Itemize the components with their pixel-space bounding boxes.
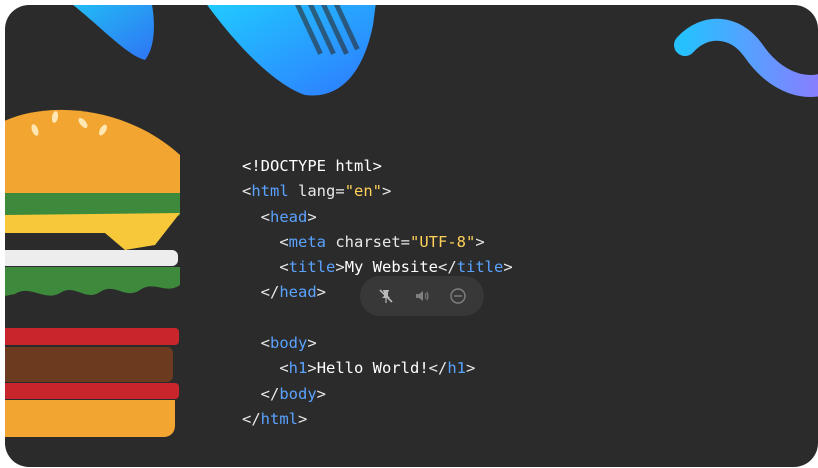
code-token: > xyxy=(307,207,317,226)
code-token: < xyxy=(242,359,289,378)
burger-illustration xyxy=(5,109,180,437)
code-token: <!DOCTYPE html> xyxy=(242,157,382,175)
blob-top-center xyxy=(207,5,376,96)
code-token: < xyxy=(242,232,289,251)
code-token: "en" xyxy=(344,182,383,201)
code-token: html xyxy=(260,409,298,428)
code-token: head xyxy=(270,207,308,226)
code-line: <meta charset="UTF-8"> xyxy=(242,230,513,255)
code-token: > xyxy=(307,359,317,378)
code-line: </body> xyxy=(242,382,513,407)
media-controls xyxy=(360,276,484,316)
code-token: > xyxy=(466,359,476,378)
pin-off-icon[interactable] xyxy=(374,284,398,308)
code-token: = xyxy=(335,182,345,201)
code-token: </ xyxy=(242,283,280,302)
blob-top-left xyxy=(73,5,154,60)
code-line: <html lang="en"> xyxy=(242,179,513,204)
code-token: "UTF-8" xyxy=(410,232,476,251)
code-line: <h1>Hello World!</h1> xyxy=(242,356,513,381)
code-token: > xyxy=(316,384,326,403)
code-token: > xyxy=(316,283,326,302)
code-line: <head> xyxy=(242,205,513,230)
code-token: h1 xyxy=(447,359,467,378)
volume-icon[interactable] xyxy=(410,284,434,308)
code-line: <!DOCTYPE html> xyxy=(242,154,513,179)
code-token: title xyxy=(288,258,336,277)
code-token: </ xyxy=(438,258,457,277)
code-token: lang xyxy=(288,182,336,201)
code-token: h1 xyxy=(288,359,308,378)
code-token: My Website xyxy=(344,258,439,277)
code-token: > xyxy=(307,334,317,353)
code-token: body xyxy=(270,334,308,353)
code-token: </ xyxy=(428,359,448,378)
code-token: </ xyxy=(242,409,261,428)
code-token: > xyxy=(382,182,392,201)
code-token: < xyxy=(242,334,270,353)
code-token: > xyxy=(475,232,485,251)
code-token: < xyxy=(242,207,270,226)
code-token: html xyxy=(251,182,289,201)
code-token: title xyxy=(456,258,504,277)
code-token: head xyxy=(279,283,317,302)
minus-circle-icon[interactable] xyxy=(446,284,470,308)
code-token: Hello World! xyxy=(316,359,429,378)
code-token: = xyxy=(400,232,410,251)
code-token: body xyxy=(279,384,317,403)
code-token: < xyxy=(242,182,252,201)
code-line: <body> xyxy=(242,331,513,356)
code-token: </ xyxy=(242,384,280,403)
code-token: > xyxy=(335,258,345,277)
code-token: > xyxy=(503,258,513,277)
code-token: > xyxy=(298,409,308,428)
video-frame: <!DOCTYPE html> <html lang="en"> <head> <… xyxy=(5,5,818,467)
code-token: meta xyxy=(288,232,326,251)
code-token: charset xyxy=(326,232,401,251)
code-line: </html> xyxy=(242,407,513,432)
wave-top-right xyxy=(674,18,818,97)
code-token: < xyxy=(242,258,289,277)
